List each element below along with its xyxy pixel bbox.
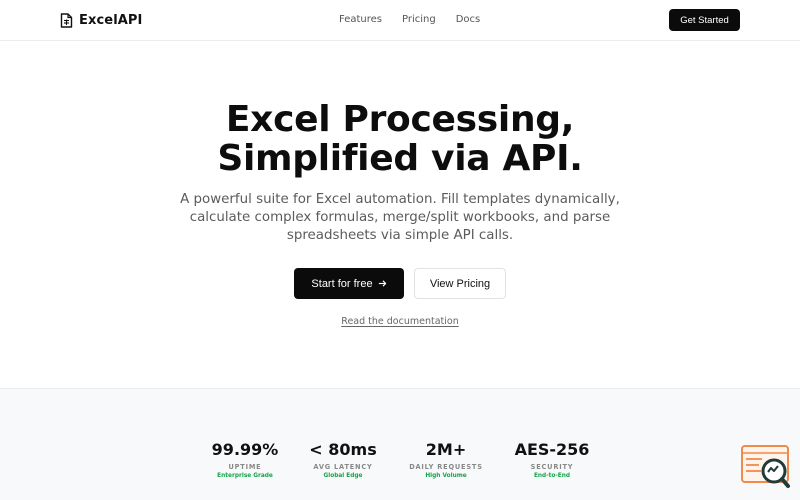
arrow-right-icon bbox=[378, 280, 386, 287]
hero-title-line-1: Excel Processing, bbox=[225, 99, 575, 140]
search-analytics-icon bbox=[741, 445, 790, 488]
nav-link-features[interactable]: Features bbox=[339, 14, 382, 25]
floating-help-widget[interactable] bbox=[740, 444, 792, 490]
stat-latency: < 80ms AVG LATENCY Global Edge bbox=[293, 440, 393, 480]
nav-link-docs[interactable]: Docs bbox=[456, 14, 481, 25]
stat-sub: Global Edge bbox=[323, 473, 363, 479]
stat-uptime: 99.99% UPTIME Enterprise Grade bbox=[195, 440, 295, 480]
hero-subtitle: A powerful suite for Excel automation. F… bbox=[180, 192, 620, 243]
documentation-link-wrap: Read the documentation bbox=[0, 316, 800, 327]
spreadsheet-file-icon bbox=[60, 12, 73, 28]
stat-value: AES-256 bbox=[514, 440, 590, 459]
main-nav: Features Pricing Docs bbox=[339, 14, 480, 25]
get-started-button[interactable]: Get Started bbox=[669, 9, 740, 31]
stat-daily-requests: 2M+ DAILY REQUESTS High Volume bbox=[396, 440, 496, 480]
brand-name: ExcelAPI bbox=[79, 12, 143, 28]
stat-value: 99.99% bbox=[211, 440, 279, 459]
stat-security: AES-256 SECURITY End-to-End bbox=[502, 440, 602, 480]
stats-section: 99.99% UPTIME Enterprise Grade < 80ms AV… bbox=[0, 388, 800, 500]
stat-sub: High Volume bbox=[425, 473, 467, 479]
stat-sub: End-to-End bbox=[533, 473, 571, 479]
start-for-free-button[interactable]: Start for free bbox=[294, 268, 404, 299]
stat-label: SECURITY bbox=[530, 463, 574, 471]
start-for-free-label: Start for free bbox=[311, 277, 373, 290]
view-pricing-button[interactable]: View Pricing bbox=[414, 268, 506, 299]
stat-label: AVG LATENCY bbox=[313, 463, 373, 471]
stat-label: UPTIME bbox=[228, 463, 262, 471]
stat-value: < 80ms bbox=[309, 440, 377, 459]
nav-link-pricing[interactable]: Pricing bbox=[402, 14, 436, 25]
stat-label: DAILY REQUESTS bbox=[409, 463, 483, 471]
read-documentation-link[interactable]: Read the documentation bbox=[341, 316, 458, 327]
stat-value: 2M+ bbox=[425, 440, 467, 459]
hero-title-line-2: Simplified via API. bbox=[217, 138, 583, 179]
hero-title: Excel Processing, Simplified via API. bbox=[0, 100, 800, 178]
stat-sub: Enterprise Grade bbox=[217, 473, 273, 479]
top-navbar: ExcelAPI Features Pricing Docs Get Start… bbox=[0, 0, 800, 41]
brand-logo-link[interactable]: ExcelAPI bbox=[60, 11, 142, 29]
